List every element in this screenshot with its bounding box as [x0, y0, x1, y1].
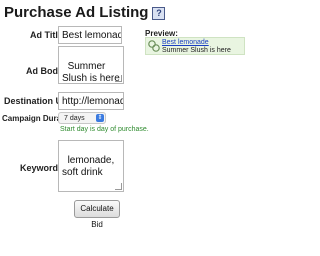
- keywords-text: lemonade, soft drink: [62, 155, 118, 178]
- resize-handle-icon[interactable]: [115, 183, 122, 190]
- campaign-duration-value: 7 days: [64, 115, 85, 122]
- resize-handle-icon[interactable]: [115, 75, 122, 82]
- link-chain-icon: [148, 40, 160, 52]
- ad-title-label: Ad Title:: [30, 30, 66, 40]
- select-arrows-icon: ⇕: [96, 114, 104, 122]
- destination-url-input[interactable]: http://lemonade.com: [58, 92, 124, 110]
- page-title-text: Purchase Ad Listing: [4, 4, 149, 21]
- campaign-duration-label: Campaign Duration:: [2, 114, 79, 123]
- preview-ad-body: Summer Slush is here: [162, 47, 231, 54]
- calculate-bid-button[interactable]: Calculate Bid: [74, 200, 120, 229]
- ad-body-textarea[interactable]: Summer Slush is here: [58, 46, 124, 84]
- preview-ad-title-link[interactable]: Best lemonade: [162, 39, 209, 46]
- page-title: Purchase Ad Listing?: [4, 4, 166, 21]
- keywords-textarea[interactable]: lemonade, soft drink: [58, 140, 124, 192]
- campaign-duration-select[interactable]: 7 days ⇕: [58, 112, 106, 124]
- destination-url-label: Destination URL:: [4, 96, 77, 106]
- ad-title-input[interactable]: Best lemonade: [58, 26, 122, 44]
- ad-body-label: Ad Body :: [26, 66, 69, 76]
- ad-body-text: Summer Slush is here: [62, 61, 120, 84]
- preview-box: Best lemonade Summer Slush is here: [145, 37, 245, 55]
- keywords-label: Keywords:: [20, 163, 67, 173]
- duration-note: Start day is day of purchase.: [60, 126, 149, 133]
- help-icon[interactable]: ?: [152, 7, 166, 20]
